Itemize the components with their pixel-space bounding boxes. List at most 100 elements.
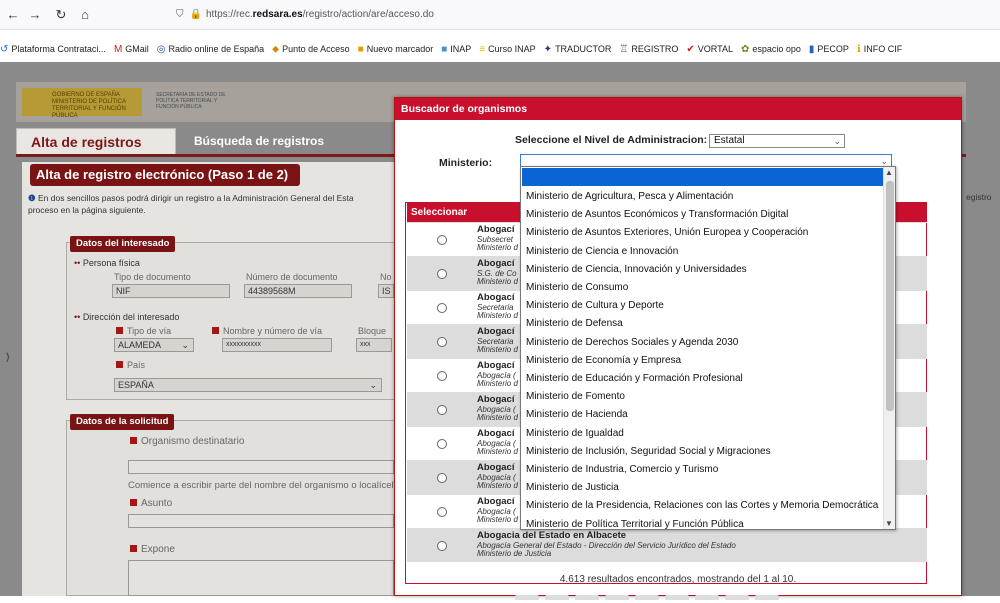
dropdown-option[interactable]: Ministerio de Industria, Comercio y Turi… xyxy=(526,464,718,475)
num-doc-field[interactable]: 44389568M xyxy=(244,284,352,298)
tipo-via-value: ALAMEDA xyxy=(118,340,162,350)
organismo-ministry: Ministerio d xyxy=(477,515,518,524)
tab-alta-registros[interactable]: Alta de registros xyxy=(16,128,176,154)
bookmark-item[interactable]: ✦ TRADUCTOR xyxy=(544,38,612,60)
secretaria-logo: SECRETARÍA DE ESTADO DE POLÍTICA TERRITO… xyxy=(156,92,226,110)
dropdown-selected-empty-option[interactable] xyxy=(522,168,884,186)
bloque-field[interactable]: xxx xyxy=(356,338,392,352)
dialog-title: Buscador de organismos xyxy=(395,98,961,120)
no-field[interactable]: IS xyxy=(378,284,394,298)
dropdown-option[interactable]: Ministerio de Defensa xyxy=(526,318,623,329)
bookmark-item[interactable]: ♖ REGISTRO xyxy=(619,38,678,60)
scrollbar-thumb[interactable] xyxy=(886,181,894,411)
dropdown-option[interactable]: Ministerio de Economía y Empresa xyxy=(526,355,681,366)
scroll-down-icon[interactable]: ▼ xyxy=(885,519,893,528)
bookmark-icon: ≡ xyxy=(479,44,486,55)
bookmark-label: PECOP xyxy=(817,44,849,54)
organismo-name: Abogací xyxy=(477,428,515,439)
no-label: No xyxy=(380,272,392,282)
address-bar[interactable]: ⛉ 🔒 https://rec.redsara.es/registro/action… xyxy=(176,5,796,25)
dropdown-option[interactable]: Ministerio de Igualdad xyxy=(526,428,624,439)
select-radio[interactable] xyxy=(437,439,447,449)
ministerio-dropdown-list: ▲ ▼ Ministerio de Agricultura, Pesca y A… xyxy=(520,166,896,530)
select-radio[interactable] xyxy=(437,303,447,313)
tab-busqueda-registros[interactable]: Búsqueda de registros xyxy=(176,128,376,154)
select-radio[interactable] xyxy=(437,541,447,551)
browser-toolbar: ← → ↻ ⌂ ⛉ 🔒 https://rec.redsara.es/registr… xyxy=(0,0,1000,30)
organismo-name: Abogací xyxy=(477,496,515,507)
bookmark-item[interactable]: ▮ PECOP xyxy=(809,38,849,60)
dropdown-scrollbar[interactable]: ▲ ▼ xyxy=(883,167,895,529)
dropdown-option[interactable]: Ministerio de Consumo xyxy=(526,282,628,293)
scroll-up-icon[interactable]: ▲ xyxy=(885,168,893,177)
bookmark-item[interactable]: ■ INAP xyxy=(441,38,471,60)
tipo-via-select[interactable]: ALAMEDA ⌄ xyxy=(114,338,194,352)
select-radio[interactable] xyxy=(437,473,447,483)
bookmark-item[interactable]: ✔ VORTAL xyxy=(686,38,733,60)
dropdown-option[interactable]: Ministerio de Inclusión, Seguridad Socia… xyxy=(526,446,771,457)
organismo-ministry: Ministerio d xyxy=(477,345,518,354)
forward-button[interactable]: → xyxy=(26,6,44,24)
bookmark-item[interactable]: ■ Nuevo marcador xyxy=(358,38,434,60)
bookmark-item[interactable]: ↺ Plataforma Contrataci... xyxy=(0,38,106,60)
expone-textarea[interactable] xyxy=(128,560,394,596)
bookmark-item[interactable]: ◎ Radio online de España xyxy=(157,38,264,60)
nivel-label: Seleccione el Nivel de Administracion: xyxy=(515,134,708,146)
asunto-field[interactable] xyxy=(128,514,394,528)
dropdown-option[interactable]: Ministerio de Fomento xyxy=(526,391,625,402)
dropdown-option[interactable]: Ministerio de Hacienda xyxy=(526,409,628,420)
required-icon xyxy=(212,327,219,334)
page-title: Alta de registro electrónico (Paso 1 de … xyxy=(30,164,300,186)
dropdown-option[interactable]: Ministerio de Asuntos Económicos y Trans… xyxy=(526,209,788,220)
back-button[interactable]: ← xyxy=(4,6,22,24)
reload-button[interactable]: ↻ xyxy=(52,6,70,24)
organismo-ministry: Ministerio d xyxy=(477,243,518,252)
organismo-ministry: Ministerio de Justicia xyxy=(477,549,552,558)
organismo-name: Abogací xyxy=(477,360,515,371)
select-radio[interactable] xyxy=(437,337,447,347)
bookmark-item[interactable]: ℹ INFO CIF xyxy=(857,38,902,60)
dropdown-option[interactable]: Ministerio de la Presidencia, Relaciones… xyxy=(526,500,878,511)
url-prefix: https://rec. xyxy=(205,9,253,20)
select-radio[interactable] xyxy=(437,371,447,381)
bookmark-icon: ⬥ xyxy=(272,44,280,55)
bookmark-item[interactable]: ≡ Curso INAP xyxy=(479,38,535,60)
shield-icon: ⛉ xyxy=(176,9,184,20)
select-radio[interactable] xyxy=(437,269,447,279)
bookmark-icon: ♖ xyxy=(619,44,629,55)
bookmark-item[interactable]: M GMail xyxy=(114,38,149,60)
dropdown-option[interactable]: Ministerio de Ciencia, Innovación y Univ… xyxy=(526,264,747,275)
nivel-select[interactable]: Estatal ⌄ xyxy=(709,134,845,148)
dropdown-option[interactable]: Ministerio de Asuntos Exteriores, Unión … xyxy=(526,227,808,238)
bookmark-item[interactable]: ✿ espacio opo xyxy=(741,38,801,60)
organismo-label: Organismo destinatario xyxy=(130,436,244,447)
dropdown-option[interactable]: Ministerio de Agricultura, Pesca y Alime… xyxy=(526,191,733,202)
organismo-text: Organismo destinatario xyxy=(141,436,245,447)
bookmark-icon: ■ xyxy=(441,44,448,55)
table-row[interactable]: Abogacia del Estado en Albacete Abogacía … xyxy=(407,528,927,562)
bookmark-icon: ✔ xyxy=(686,44,695,55)
dropdown-option[interactable]: Ministerio de Ciencia e Innovación xyxy=(526,246,678,257)
dropdown-option[interactable]: Ministerio de Política Territorial y Fun… xyxy=(526,519,744,529)
organismo-name: Abogací xyxy=(477,326,515,337)
select-radio[interactable] xyxy=(437,507,447,517)
pais-select[interactable]: ESPAÑA ⌄ xyxy=(114,378,382,392)
direccion-label: •• Dirección del interesado xyxy=(74,312,180,322)
required-icon xyxy=(116,361,123,368)
bookmark-label: VORTAL xyxy=(697,44,733,54)
bookmark-icon: ◎ xyxy=(156,44,166,55)
select-radio[interactable] xyxy=(437,405,447,415)
bloque-label: Bloque xyxy=(358,326,387,336)
dropdown-option[interactable]: Ministerio de Educación y Formación Prof… xyxy=(526,373,743,384)
intro-right-text: egistro xyxy=(966,192,992,202)
home-button[interactable]: ⌂ xyxy=(76,6,94,24)
nombre-via-field[interactable]: xxxxxxxxxx xyxy=(222,338,332,352)
bookmark-item[interactable]: ⬥ Punto de Acceso xyxy=(272,38,350,60)
select-radio[interactable] xyxy=(437,235,447,245)
tipo-doc-field[interactable]: NIF xyxy=(112,284,230,298)
bookmark-icon: ℹ xyxy=(856,44,861,55)
organismo-field[interactable] xyxy=(128,460,394,474)
dropdown-option[interactable]: Ministerio de Cultura y Deporte xyxy=(526,300,664,311)
dropdown-option[interactable]: Ministerio de Justicia xyxy=(526,482,619,493)
dropdown-option[interactable]: Ministerio de Derechos Sociales y Agenda… xyxy=(526,337,738,348)
